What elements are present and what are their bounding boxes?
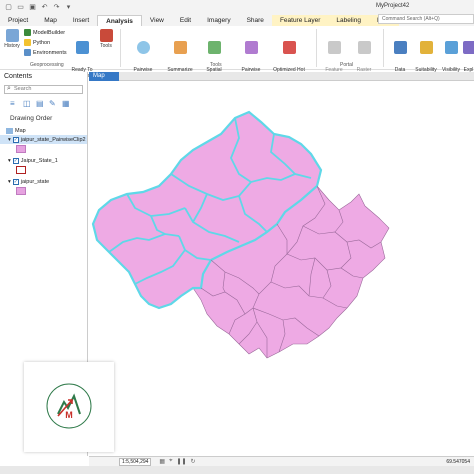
- layer-item[interactable]: ▾ ✓ jaipur_state_PairwiseClip2: [0, 135, 87, 144]
- ribbon-separator: [316, 29, 317, 67]
- spatial-join-icon: [207, 41, 221, 54]
- grid-icon[interactable]: ▦: [159, 458, 165, 465]
- explore-3d-icon: [463, 41, 474, 54]
- map-view-tabbar: Map: [89, 72, 474, 81]
- expand-icon[interactable]: ▾: [8, 179, 11, 185]
- buffer-icon: [136, 41, 150, 54]
- new-icon[interactable]: ▢: [4, 3, 13, 12]
- expand-icon[interactable]: ▾: [8, 137, 11, 143]
- visibility-icon: [444, 41, 458, 54]
- tab-edit[interactable]: Edit: [172, 15, 199, 26]
- coordinate-readout: 69.547054: [446, 459, 470, 465]
- status-bar: 1:5,504,294 ▦ ⌖ ❚❚ ↻ 69.547054: [89, 456, 474, 466]
- python-button[interactable]: Python: [24, 39, 50, 46]
- environments-icon: [24, 49, 31, 56]
- command-search-input[interactable]: Command Search (Alt+Q): [378, 14, 474, 24]
- open-icon[interactable]: ▭: [16, 3, 25, 12]
- map-icon: [6, 127, 13, 134]
- tab-map-view[interactable]: Map: [89, 72, 119, 81]
- layer-item[interactable]: ▾ ✓ jaipur_state: [0, 177, 87, 186]
- window-bottom-edge: [0, 466, 474, 474]
- layer-item[interactable]: ▾ ✓ Jaipur_State_1: [0, 156, 87, 165]
- customize-icon[interactable]: ▾: [64, 3, 73, 12]
- expand-icon[interactable]: ▾: [8, 158, 11, 164]
- redo-icon[interactable]: ↷: [52, 3, 61, 12]
- group-portal: Portal: [340, 62, 354, 68]
- hot-spot-icon: [282, 41, 296, 54]
- layer-visibility-checkbox[interactable]: ✓: [12, 157, 19, 164]
- group-geoprocessing: Geoprocessing: [30, 62, 64, 68]
- modelbuilder-icon: [24, 29, 31, 36]
- list-by-editing-icon[interactable]: ✎: [49, 100, 57, 108]
- tab-feature-layer[interactable]: Feature Layer: [271, 15, 329, 26]
- history-icon: [5, 29, 19, 42]
- ribbon-separator: [120, 29, 121, 67]
- layer-symbol[interactable]: [16, 187, 26, 195]
- ribbon-separator: [383, 29, 384, 67]
- python-icon: [24, 39, 31, 46]
- title-bar: ▢ ▭ ▣ ↶ ↷ ▾ MyProject42: [0, 0, 474, 14]
- clip-icon: [244, 41, 258, 54]
- suitability-icon: [419, 41, 433, 54]
- status-tools: ▦ ⌖ ❚❚ ↻: [159, 458, 195, 465]
- snapping-icon[interactable]: ⌖: [169, 458, 172, 465]
- ribbon: History ModelBuilder Python Environments…: [0, 26, 474, 79]
- tab-view[interactable]: View: [142, 15, 172, 26]
- tab-insert[interactable]: Insert: [65, 15, 97, 26]
- layer-visibility-checkbox[interactable]: ✓: [12, 136, 19, 143]
- history-button[interactable]: History: [3, 29, 21, 49]
- layer-symbol[interactable]: [16, 145, 26, 153]
- tab-imagery[interactable]: Imagery: [199, 15, 238, 26]
- tab-project[interactable]: Project: [0, 15, 36, 26]
- quick-access-toolbar: ▢ ▭ ▣ ↶ ↷ ▾: [0, 3, 73, 12]
- map-scale-selector[interactable]: 1:5,504,294: [119, 457, 152, 466]
- tab-share[interactable]: Share: [239, 15, 272, 26]
- project-name: MyProject42: [376, 3, 410, 9]
- watermark-logo: M: [24, 362, 114, 452]
- list-by-selection-icon[interactable]: ▤: [36, 100, 44, 108]
- tab-map[interactable]: Map: [36, 15, 65, 26]
- toolbox-icon: [99, 29, 113, 42]
- data-engineering-icon: [393, 41, 407, 54]
- tab-analysis[interactable]: Analysis: [97, 15, 142, 26]
- logo-graphic: M: [46, 383, 92, 429]
- tab-labeling[interactable]: Labeling: [328, 15, 369, 26]
- tools-button[interactable]: Tools: [97, 29, 115, 49]
- map-canvas[interactable]: [89, 82, 474, 456]
- logo-letter: M: [65, 410, 73, 420]
- list-by-labeling-icon[interactable]: ▦: [62, 100, 70, 108]
- list-by-drawing-order-icon[interactable]: ≡: [10, 100, 18, 108]
- contents-title: Contents: [4, 73, 33, 80]
- environments-button[interactable]: Environments: [24, 49, 67, 56]
- map-view[interactable]: [89, 82, 474, 456]
- undo-icon[interactable]: ↶: [40, 3, 49, 12]
- raster-analysis-icon: [357, 41, 371, 54]
- drawing-order-header: Drawing Order: [10, 115, 53, 122]
- group-tools: Tools: [210, 62, 222, 68]
- contents-search-input[interactable]: Search: [4, 85, 83, 94]
- summarize-icon: [173, 41, 187, 54]
- contents-toolbar: ≡ ◫ ▤ ✎ ▦: [0, 97, 87, 111]
- pause-drawing-icon[interactable]: ❚❚: [176, 458, 186, 465]
- layer-symbol[interactable]: [16, 166, 26, 174]
- list-by-source-icon[interactable]: ◫: [23, 100, 31, 108]
- map-node[interactable]: Map: [0, 126, 87, 135]
- feature-analysis-icon: [327, 41, 341, 54]
- modelbuilder-button[interactable]: ModelBuilder: [24, 29, 65, 36]
- save-icon[interactable]: ▣: [28, 3, 37, 12]
- layer-visibility-checkbox[interactable]: ✓: [12, 178, 19, 185]
- refresh-icon[interactable]: ↻: [191, 458, 196, 465]
- ready-to-use-icon: [75, 41, 89, 54]
